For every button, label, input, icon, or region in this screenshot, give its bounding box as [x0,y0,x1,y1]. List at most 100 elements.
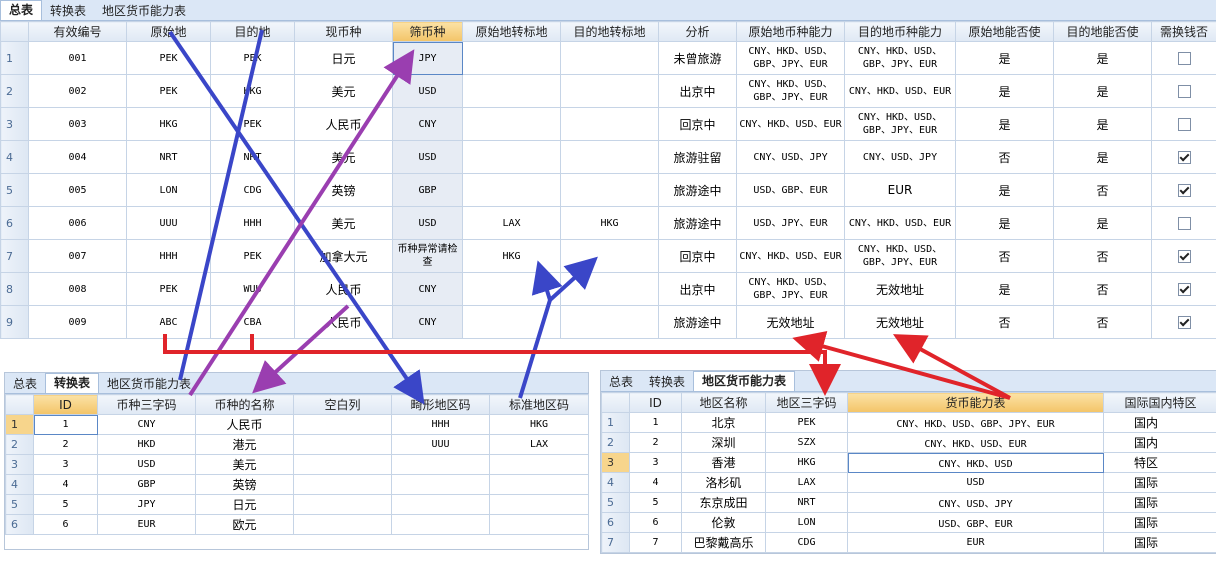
cell-currency-code[interactable]: USD [97,454,196,475]
column-header[interactable]: 现币种 [294,21,393,42]
exchange-checkbox[interactable] [1177,316,1191,329]
cell-exchange-needed[interactable] [1151,272,1216,306]
cell-origin-capability[interactable]: CNY、HKD、USD、EUR [736,239,845,273]
row-number[interactable]: 6 [5,514,34,535]
cell-origin-usable[interactable]: 是 [955,272,1054,306]
column-header[interactable]: 地区三字码 [765,392,848,413]
cell-exchange-needed[interactable] [1151,41,1216,75]
cell-currency[interactable]: 人民币 [294,272,393,306]
column-header[interactable]: 目的地能否使 [1053,21,1152,42]
cell-std-region[interactable]: LAX [489,434,589,455]
cell-analysis[interactable]: 出京中 [658,272,737,306]
cell-region-code[interactable]: LAX [765,472,848,493]
cell-dest-usable[interactable]: 是 [1053,41,1152,75]
cell-id[interactable]: 009 [28,305,127,339]
tab-summary[interactable]: 总表 [5,375,45,393]
cell-analysis[interactable]: 旅游途中 [658,206,737,240]
exchange-checkbox[interactable] [1177,250,1191,263]
cell-exchange-needed[interactable] [1151,173,1216,207]
cell-blank[interactable] [293,474,392,495]
cell-currency-capability[interactable]: CNY、HKD、USD、EUR [847,432,1104,453]
cell-origin-std[interactable] [462,74,561,108]
cell-currency[interactable]: 美元 [294,206,393,240]
cell-currency-code[interactable]: JPY [97,494,196,515]
cell-dest-std[interactable] [560,272,659,306]
cell-dest-usable[interactable]: 是 [1053,107,1152,141]
cell-origin-std[interactable] [462,41,561,75]
cell-currency-name[interactable]: 英镑 [195,474,294,495]
row-number[interactable]: 7 [0,239,29,273]
cell-filter-currency[interactable]: CNY [392,272,463,306]
cell-dest-std[interactable] [560,41,659,75]
cell-id[interactable]: 008 [28,272,127,306]
cell-dest-usable[interactable]: 否 [1053,305,1152,339]
cell-currency-code[interactable]: HKD [97,434,196,455]
cell-blank[interactable] [293,414,392,435]
tab-summary[interactable]: 总表 [601,373,641,391]
column-header[interactable]: 目的地 [210,21,295,42]
cell-dest-capability[interactable]: EUR [844,173,956,207]
column-header[interactable]: 币种三字码 [97,394,196,415]
cell-dest-capability[interactable]: CNY、HKD、USD、GBP、JPY、EUR [844,41,956,75]
column-header[interactable]: 目的地币种能力 [844,21,956,42]
row-number[interactable]: 2 [601,432,630,453]
column-header[interactable]: 有效编号 [28,21,127,42]
row-number[interactable]: 1 [5,414,34,435]
tab-convert[interactable]: 转换表 [45,373,100,393]
cell-id[interactable]: 1 [629,412,682,433]
cell-currency-name[interactable]: 人民币 [195,414,294,435]
cell-id[interactable]: 5 [33,494,98,515]
cell-origin[interactable]: PEK [126,272,211,306]
cell-filter-currency[interactable]: JPY [392,41,463,75]
cell-origin-std[interactable]: LAX [462,206,561,240]
cell-origin-std[interactable] [462,272,561,306]
cell-std-region[interactable] [489,514,589,535]
cell-currency-capability[interactable]: USD [847,472,1104,493]
exchange-checkbox[interactable] [1177,217,1191,230]
cell-dest-capability[interactable]: 无效地址 [844,272,956,306]
cell-destination[interactable]: PEK [210,41,295,75]
cell-id[interactable]: 7 [629,532,682,553]
cell-filter-currency[interactable]: USD [392,206,463,240]
cell-origin-usable[interactable]: 是 [955,107,1054,141]
cell-id[interactable]: 4 [629,472,682,493]
cell-std-region[interactable] [489,474,589,495]
cell-id[interactable]: 4 [33,474,98,495]
cell-region-type[interactable]: 国际 [1103,492,1216,513]
cell-origin-std[interactable] [462,173,561,207]
cell-dest-capability[interactable]: 无效地址 [844,305,956,339]
column-header[interactable]: 原始地 [126,21,211,42]
cell-id[interactable]: 006 [28,206,127,240]
row-number[interactable]: 3 [0,107,29,141]
exchange-checkbox[interactable] [1177,283,1191,296]
row-number[interactable]: 2 [0,74,29,108]
row-number[interactable]: 4 [5,474,34,495]
column-header[interactable]: 标准地区码 [489,394,589,415]
cell-origin[interactable]: HHH [126,239,211,273]
cell-bad-region[interactable] [391,494,490,515]
cell-filter-currency[interactable]: GBP [392,173,463,207]
cell-filter-currency[interactable]: CNY [392,305,463,339]
cell-origin-std[interactable] [462,107,561,141]
cell-destination[interactable]: PEK [210,239,295,273]
cell-dest-std[interactable]: HKG [560,206,659,240]
cell-origin[interactable]: ABC [126,305,211,339]
cell-dest-capability[interactable]: CNY、USD、JPY [844,140,956,174]
column-header[interactable]: 国际国内特区 [1103,392,1216,413]
cell-exchange-needed[interactable] [1151,107,1216,141]
exchange-checkbox[interactable] [1177,151,1191,164]
row-number[interactable]: 5 [0,173,29,207]
cell-origin-usable[interactable]: 是 [955,41,1054,75]
cell-region-name[interactable]: 伦敦 [681,512,766,533]
cell-analysis[interactable]: 出京中 [658,74,737,108]
cell-dest-usable[interactable]: 是 [1053,140,1152,174]
cell-destination[interactable]: WUU [210,272,295,306]
cell-currency[interactable]: 美元 [294,140,393,174]
cell-region-name[interactable]: 巴黎戴高乐 [681,532,766,553]
cell-origin-capability[interactable]: CNY、HKD、USD、GBP、JPY、EUR [736,74,845,108]
cell-exchange-needed[interactable] [1151,140,1216,174]
cell-id[interactable]: 002 [28,74,127,108]
cell-origin-usable[interactable]: 否 [955,239,1054,273]
cell-bad-region[interactable]: HHH [391,414,490,435]
column-header[interactable]: 畸形地区码 [391,394,490,415]
